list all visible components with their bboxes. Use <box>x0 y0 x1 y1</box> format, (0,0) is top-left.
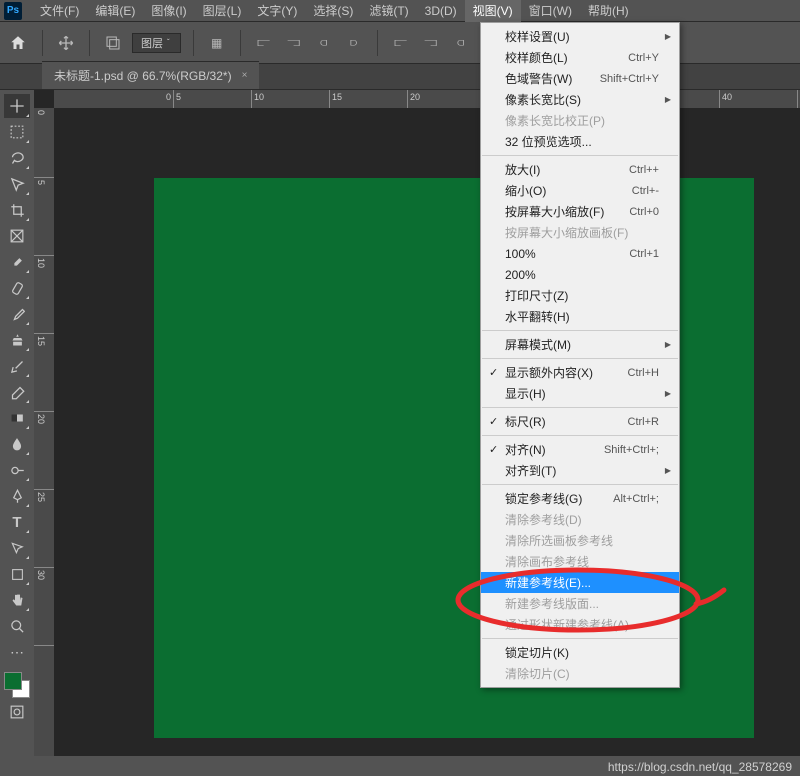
healing-tool[interactable] <box>4 276 30 300</box>
pen-tool[interactable] <box>4 484 30 508</box>
menu-view[interactable]: 视图(V) <box>465 0 521 22</box>
path-select-tool[interactable] <box>4 536 30 560</box>
menu-select[interactable]: 选择(S) <box>305 0 361 22</box>
brush-tool[interactable] <box>4 302 30 326</box>
gradient-tool[interactable] <box>4 406 30 430</box>
move-tool[interactable] <box>4 94 30 118</box>
history-brush-tool[interactable] <box>4 354 30 378</box>
ruler-horizontal[interactable]: 0 5 10 15 20 25 30 35 40 <box>54 90 800 108</box>
menu-screen-mode[interactable]: 屏幕模式(M) <box>481 334 679 355</box>
menu-extras[interactable]: ✓显示额外内容(X)Ctrl+H <box>481 362 679 383</box>
chevron-down-icon: ˇ <box>167 38 170 47</box>
clone-stamp-tool[interactable] <box>4 328 30 352</box>
watermark: https://blog.csdn.net/qq_28578269 <box>608 760 792 774</box>
menu-pixel-aspect-corr: 像素长宽比校正(P) <box>481 110 679 131</box>
tab-bar: 未标题-1.psd @ 66.7%(RGB/32*) × <box>0 64 800 90</box>
foreground-swatch[interactable] <box>4 672 22 690</box>
menu-lock-guides[interactable]: 锁定参考线(G)Alt+Ctrl+; <box>481 488 679 509</box>
edit-toolbar-icon[interactable]: ⋯ <box>4 640 30 664</box>
menu-filter[interactable]: 滤镜(T) <box>361 0 416 22</box>
blur-tool[interactable] <box>4 432 30 456</box>
menu-fit-artboard: 按屏幕大小缩放画板(F) <box>481 222 679 243</box>
color-swatches[interactable] <box>4 672 30 698</box>
eyedropper-tool[interactable] <box>4 250 30 274</box>
menu-pixel-aspect[interactable]: 像素长宽比(S) <box>481 89 679 110</box>
dodge-tool[interactable] <box>4 458 30 482</box>
menu-flip-h[interactable]: 水平翻转(H) <box>481 306 679 327</box>
tool-panel: T ⋯ <box>0 90 34 756</box>
menu-32bit-preview[interactable]: 32 位预览选项... <box>481 131 679 152</box>
frame-tool[interactable] <box>4 224 30 248</box>
move-icon[interactable] <box>55 32 77 54</box>
distribute-h-icon[interactable]: ⫐ <box>343 32 365 54</box>
menu-help[interactable]: 帮助(H) <box>580 0 637 22</box>
menu-lock-slices[interactable]: 锁定切片(K) <box>481 642 679 663</box>
quick-mask-icon[interactable] <box>4 700 30 724</box>
menu-proof-setup[interactable]: 校样设置(U) <box>481 26 679 47</box>
align-bottom-icon[interactable]: ⫏ <box>450 32 472 54</box>
menu-fit-screen[interactable]: 按屏幕大小缩放(F)Ctrl+0 <box>481 201 679 222</box>
menu-image[interactable]: 图像(I) <box>143 0 194 22</box>
options-bar: 图层 ˇ ▦ ⫍ ⫎ ⫏ ⫐ ⫍ ⫎ ⫏ <box>0 22 800 64</box>
align-left-icon[interactable]: ⫍ <box>253 32 275 54</box>
menu-clear-guides: 清除参考线(D) <box>481 509 679 530</box>
menu-proof-colors[interactable]: 校样颜色(L)Ctrl+Y <box>481 47 679 68</box>
menu-zoom-100[interactable]: 100%Ctrl+1 <box>481 243 679 264</box>
menu-print-size[interactable]: 打印尺寸(Z) <box>481 285 679 306</box>
layer-dropdown-label: 图层 <box>141 35 163 51</box>
menu-edit[interactable]: 编辑(E) <box>87 0 143 22</box>
document-tab-title: 未标题-1.psd @ 66.7%(RGB/32*) <box>54 67 232 84</box>
menu-new-guide-shape: 通过形状新建参考线(A) <box>481 614 679 635</box>
menu-window[interactable]: 窗口(W) <box>521 0 580 22</box>
hand-tool[interactable] <box>4 588 30 612</box>
crop-tool[interactable] <box>4 198 30 222</box>
eraser-tool[interactable] <box>4 380 30 404</box>
menu-layer[interactable]: 图层(L) <box>195 0 250 22</box>
menu-clear-artboard-guides: 清除所选画板参考线 <box>481 530 679 551</box>
document-tab[interactable]: 未标题-1.psd @ 66.7%(RGB/32*) × <box>42 61 259 89</box>
menu-type[interactable]: 文字(Y) <box>249 0 305 22</box>
menu-3d[interactable]: 3D(D) <box>417 1 465 21</box>
check-icon: ✓ <box>489 443 498 456</box>
align-top-icon[interactable]: ⫍ <box>390 32 412 54</box>
app-logo: Ps <box>4 2 22 20</box>
align-center-h-icon[interactable]: ⫎ <box>283 32 305 54</box>
auto-select-icon[interactable] <box>102 32 124 54</box>
menu-file[interactable]: 文件(F) <box>32 0 87 22</box>
layer-dropdown[interactable]: 图层 ˇ <box>132 33 181 53</box>
shape-tool[interactable] <box>4 562 30 586</box>
check-icon: ✓ <box>489 366 498 379</box>
canvas-area: 0 5 10 15 20 25 30 35 40 0 5 10 15 20 25… <box>34 90 800 756</box>
quick-select-tool[interactable] <box>4 172 30 196</box>
menu-clear-slices: 清除切片(C) <box>481 663 679 684</box>
menu-bar: Ps 文件(F) 编辑(E) 图像(I) 图层(L) 文字(Y) 选择(S) 滤… <box>0 0 800 22</box>
menu-new-guide-layout: 新建参考线版面... <box>481 593 679 614</box>
menu-clear-canvas-guides: 清除画布参考线 <box>481 551 679 572</box>
menu-zoom-200[interactable]: 200% <box>481 264 679 285</box>
menu-zoom-in[interactable]: 放大(I)Ctrl++ <box>481 159 679 180</box>
menu-new-guide[interactable]: 新建参考线(E)... <box>481 572 679 593</box>
type-tool[interactable]: T <box>4 510 30 534</box>
menu-gamut-warning[interactable]: 色域警告(W)Shift+Ctrl+Y <box>481 68 679 89</box>
lasso-tool[interactable] <box>4 146 30 170</box>
home-icon[interactable] <box>6 31 30 55</box>
view-menu: 校样设置(U) 校样颜色(L)Ctrl+Y 色域警告(W)Shift+Ctrl+… <box>480 22 680 688</box>
align-center-v-icon[interactable]: ⫎ <box>420 32 442 54</box>
menu-show[interactable]: 显示(H) <box>481 383 679 404</box>
zoom-tool[interactable] <box>4 614 30 638</box>
transform-controls-icon[interactable]: ▦ <box>206 32 228 54</box>
menu-snap-to[interactable]: 对齐到(T) <box>481 460 679 481</box>
marquee-tool[interactable] <box>4 120 30 144</box>
menu-zoom-out[interactable]: 缩小(O)Ctrl+- <box>481 180 679 201</box>
menu-rulers[interactable]: ✓标尺(R)Ctrl+R <box>481 411 679 432</box>
menu-snap[interactable]: ✓对齐(N)Shift+Ctrl+; <box>481 439 679 460</box>
ruler-vertical[interactable]: 0 5 10 15 20 25 30 <box>34 108 54 756</box>
close-tab-icon[interactable]: × <box>242 70 248 81</box>
check-icon: ✓ <box>489 415 498 428</box>
workspace: T ⋯ 0 5 10 15 20 25 30 35 40 0 5 10 15 <box>0 90 800 756</box>
align-right-icon[interactable]: ⫏ <box>313 32 335 54</box>
